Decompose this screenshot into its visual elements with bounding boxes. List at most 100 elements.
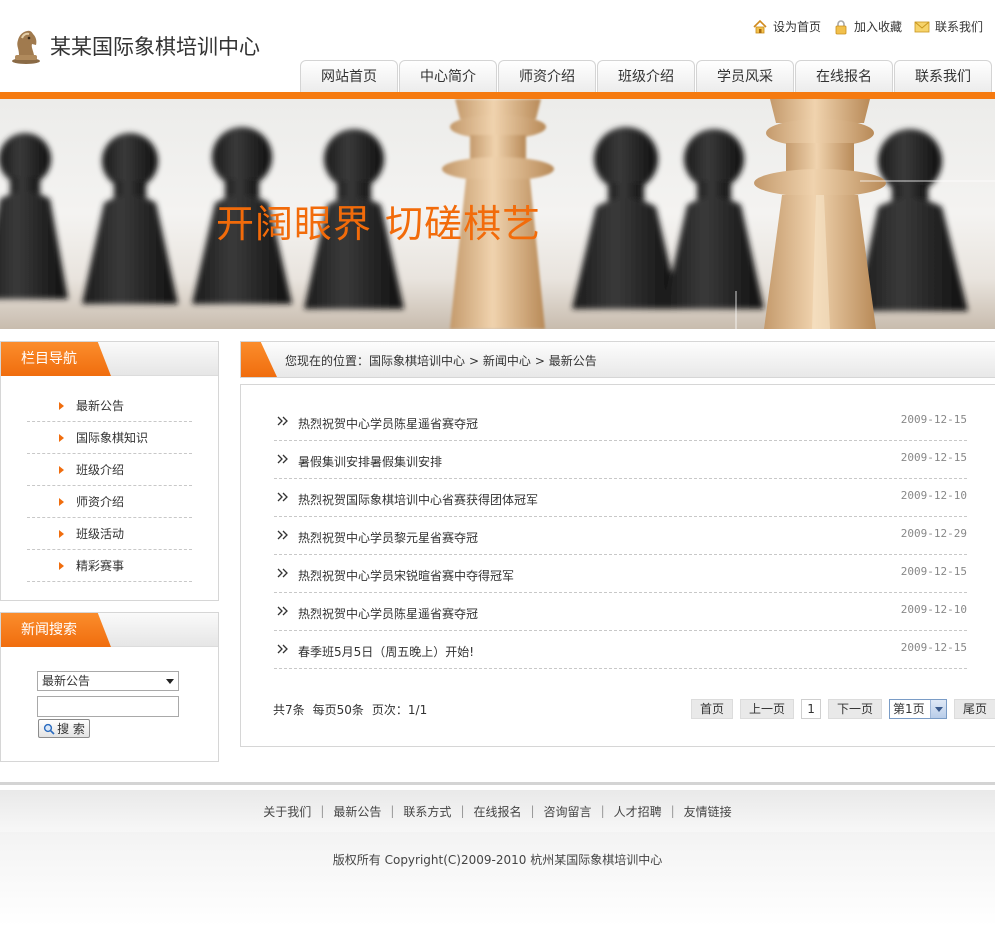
footer-link-about[interactable]: 关于我们 [263,803,311,820]
news-title[interactable]: 热烈祝贺中心学员黎元星省赛夺冠 [298,529,478,546]
breadcrumb-text: 您现在的位置：国际象棋培训中心 > 新闻中心 > 最新公告 [285,352,597,369]
footer-divider [0,782,995,785]
chevron-down-icon [930,700,947,718]
news-title[interactable]: 热烈祝贺中心学员陈星遥省赛夺冠 [298,415,478,432]
breadcrumb-latest-news[interactable]: > 最新公告 [535,352,597,369]
news-title[interactable]: 热烈祝贺中心学员宋锐暄省赛中夺得冠军 [298,567,514,584]
category-item-matches[interactable]: 精彩赛事 [27,550,192,582]
footer-separator: | [600,804,605,818]
news-title[interactable]: 热烈祝贺中心学员陈星遥省赛夺冠 [298,605,478,622]
chevron-down-icon [166,679,174,684]
breadcrumb-accent [241,342,277,377]
category-item-label: 最新公告 [76,399,125,413]
search-category-select[interactable]: 最新公告 [37,671,179,691]
category-item-latest-news[interactable]: 最新公告 [27,390,192,422]
news-date: 2009-12-15 [900,413,967,426]
footer-link-contact[interactable]: 联系方式 [403,803,451,820]
breadcrumb-news-center[interactable]: > 新闻中心 [469,352,531,369]
category-nav-list: 最新公告 国际象棋知识 班级介绍 师资介绍 班级活动 精彩赛事 [27,390,192,582]
footer-links: 关于我们 | 最新公告 | 联系方式 | 在线报名 | 咨询留言 | 人才招聘 | 友情链接 [0,790,995,832]
nav-students[interactable]: 学员风采 [696,60,794,92]
news-title[interactable]: 春季班5月5日（周五晚上）开始! [298,643,474,660]
pager-first-button[interactable]: 首页 [691,699,734,719]
main-nav: 网站首页 中心简介 师资介绍 班级介绍 学员风采 在线报名 联系我们 [300,60,993,92]
news-title[interactable]: 热烈祝贺国际象棋培训中心省赛获得团体冠军 [298,491,538,508]
news-item[interactable]: 暑假集训安排暑假集训安排 2009-12-15 [274,441,967,479]
news-item[interactable]: 热烈祝贺中心学员陈星遥省赛夺冠 2009-12-15 [274,403,967,441]
double-chevron-right-icon [277,644,288,654]
news-date: 2009-12-15 [900,451,967,464]
footer-separator: | [530,804,535,818]
footer-link-news[interactable]: 最新公告 [333,803,381,820]
pager-pages: 页次：1/1 [371,703,428,717]
nav-home[interactable]: 网站首页 [300,60,398,92]
pager: 首页 上一页 1 下一页 第1页 尾页 [691,699,995,719]
search-icon [43,723,55,735]
pager-page-number[interactable]: 1 [801,699,822,719]
footer-link-friends[interactable]: 友情链接 [684,803,732,820]
category-nav-box: 栏目导航 最新公告 国际象棋知识 班级介绍 师资介绍 班级活动 精彩赛事 [0,341,219,601]
footer-separator: | [460,804,465,818]
pager-page-select[interactable]: 第1页 [889,699,948,719]
set-homepage-link[interactable]: 设为首页 [752,18,821,35]
triangle-bullet-icon [59,401,64,410]
news-item[interactable]: 春季班5月5日（周五晚上）开始! 2009-12-15 [274,631,967,669]
double-chevron-right-icon [277,454,288,464]
site-logo[interactable]: 某某国际象棋培训中心 [10,26,270,66]
nav-signup[interactable]: 在线报名 [795,60,893,92]
footer-link-signup[interactable]: 在线报名 [473,803,521,820]
home-icon [753,19,767,33]
pager-info: 共7条 每页50条 页次：1/1 [273,701,427,718]
category-nav-title: 栏目导航 [1,342,111,376]
breadcrumb: 您现在的位置：国际象棋培训中心 > 新闻中心 > 最新公告 [240,341,995,378]
category-item-label: 师资介绍 [76,495,125,509]
footer-link-feedback[interactable]: 咨询留言 [544,803,592,820]
news-item[interactable]: 热烈祝贺国际象棋培训中心省赛获得团体冠军 2009-12-10 [274,479,967,517]
nav-teachers[interactable]: 师资介绍 [498,60,596,92]
header-accent-bar [0,92,995,99]
category-item-label: 国际象棋知识 [76,431,149,445]
category-item-label: 班级介绍 [76,463,125,477]
triangle-bullet-icon [59,561,64,570]
add-favorite-link[interactable]: 加入收藏 [833,18,902,35]
pager-per-page: 每页50条 [312,703,364,717]
top-links: 设为首页 加入收藏 联系我们 [752,18,983,35]
search-button[interactable]: 搜 索 [38,719,90,738]
nav-about[interactable]: 中心简介 [399,60,497,92]
category-item-class-activities[interactable]: 班级活动 [27,518,192,550]
news-search-header: 新闻搜索 [1,613,218,647]
lock-icon [835,19,847,34]
nav-contact[interactable]: 联系我们 [894,60,992,92]
pager-next-button[interactable]: 下一页 [828,699,883,719]
news-item[interactable]: 热烈祝贺中心学员黎元星省赛夺冠 2009-12-29 [274,517,967,555]
news-list: 热烈祝贺中心学员陈星遥省赛夺冠 2009-12-15 暑假集训安排暑假集训安排 … [274,403,967,669]
search-input[interactable] [37,696,179,717]
set-homepage-label: 设为首页 [772,20,821,34]
news-content: 热烈祝贺中心学员陈星遥省赛夺冠 2009-12-15 暑假集训安排暑假集训安排 … [240,384,995,747]
double-chevron-right-icon [277,416,288,426]
news-search-box: 新闻搜索 最新公告 搜 索 [0,612,219,762]
footer-link-jobs[interactable]: 人才招聘 [614,803,662,820]
search-button-label: 搜 索 [57,722,85,736]
mail-icon [914,21,930,32]
category-item-classes[interactable]: 班级介绍 [27,454,192,486]
pager-last-button[interactable]: 尾页 [954,699,995,719]
category-item-chess-knowledge[interactable]: 国际象棋知识 [27,422,192,454]
news-item[interactable]: 热烈祝贺中心学员陈星遥省赛夺冠 2009-12-10 [274,593,967,631]
triangle-bullet-icon [59,433,64,442]
double-chevron-right-icon [277,530,288,540]
category-nav-header: 栏目导航 [1,342,218,376]
banner: 开阔眼界 切磋棋艺 [0,99,995,329]
nav-classes[interactable]: 班级介绍 [597,60,695,92]
breadcrumb-prefix[interactable]: 您现在的位置：国际象棋培训中心 [285,352,465,369]
news-date: 2009-12-15 [900,565,967,578]
pager-prev-button[interactable]: 上一页 [740,699,795,719]
news-item[interactable]: 热烈祝贺中心学员宋锐暄省赛中夺得冠军 2009-12-15 [274,555,967,593]
contact-us-link[interactable]: 联系我们 [914,18,983,35]
category-item-teachers[interactable]: 师资介绍 [27,486,192,518]
news-date: 2009-12-29 [900,527,967,540]
footer-separator: | [670,804,675,818]
contact-us-label: 联系我们 [934,20,983,34]
double-chevron-right-icon [277,606,288,616]
news-title[interactable]: 暑假集训安排暑假集训安排 [298,453,442,470]
